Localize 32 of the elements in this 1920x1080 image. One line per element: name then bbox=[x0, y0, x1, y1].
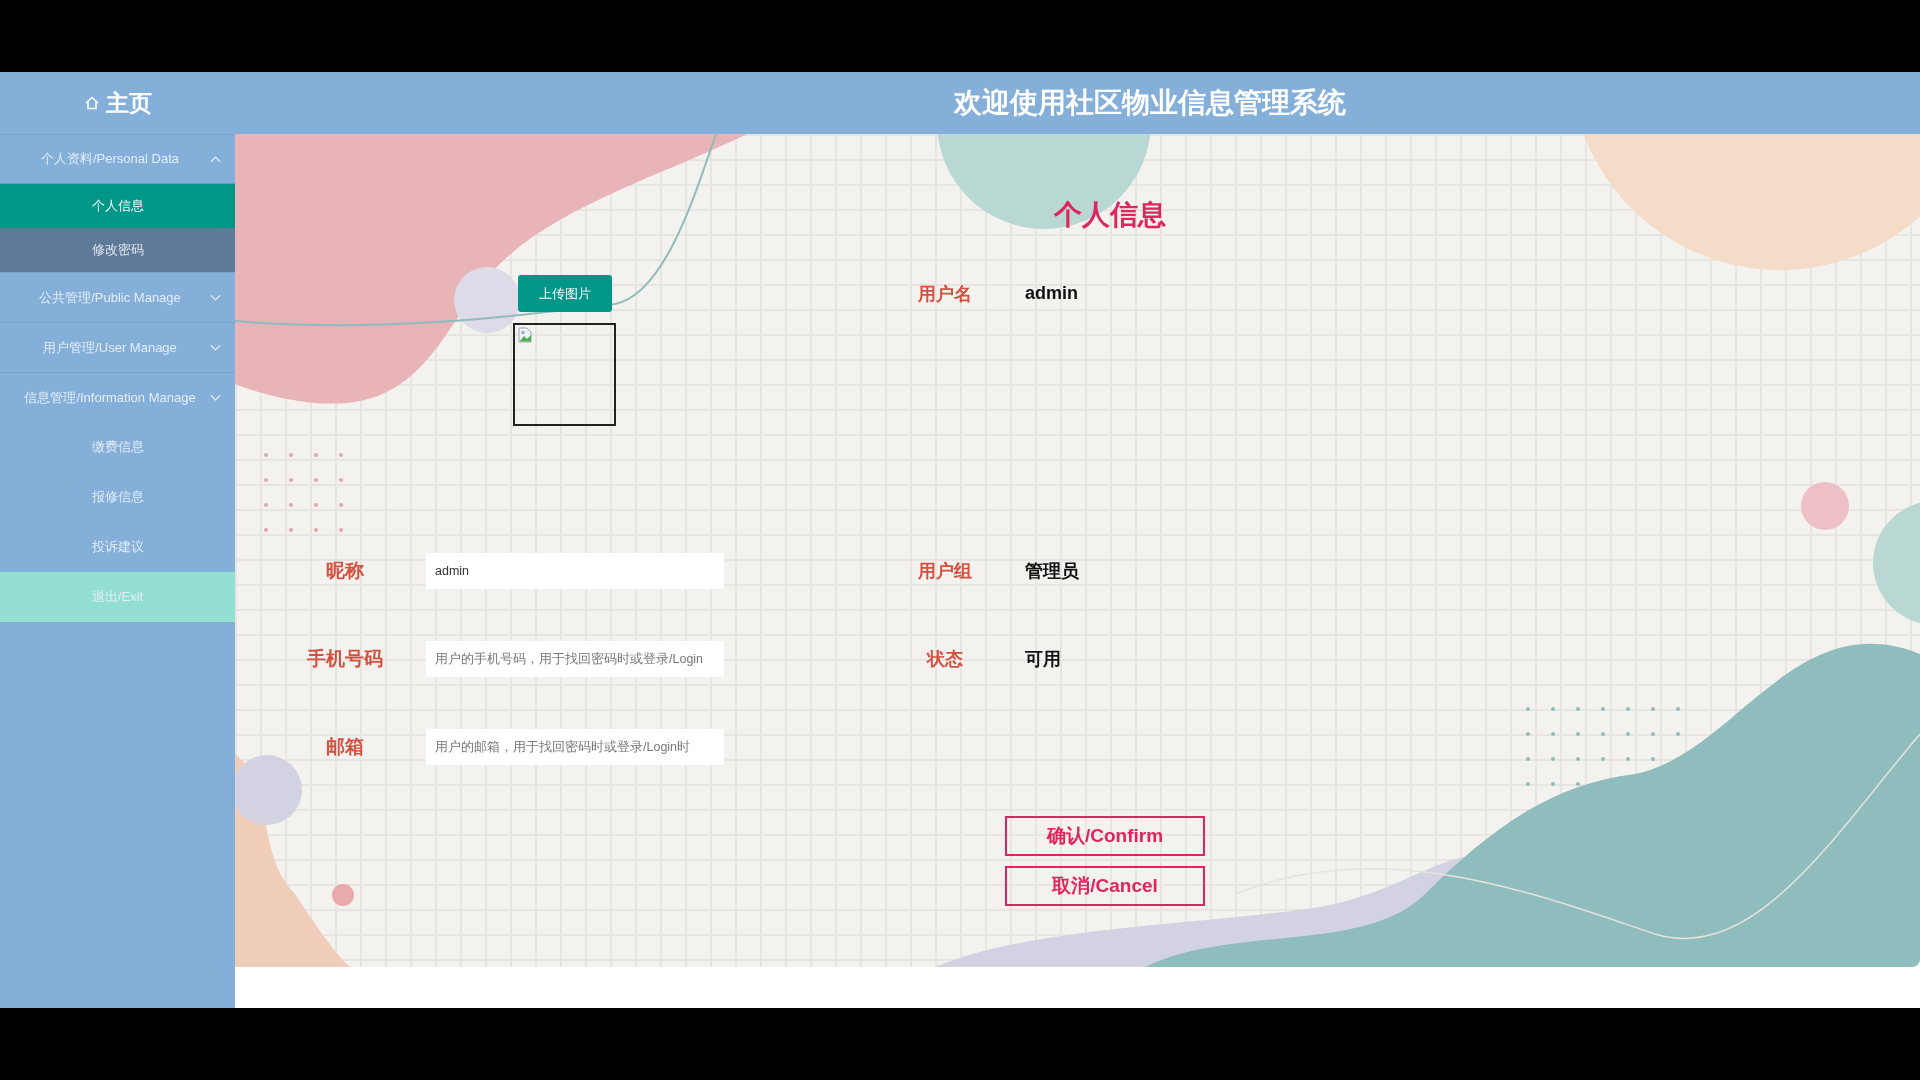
home-link[interactable]: 主页 bbox=[83, 87, 152, 119]
chevron-down-icon bbox=[210, 343, 221, 352]
field-label: 昵称 bbox=[325, 559, 365, 583]
chevron-down-icon bbox=[210, 293, 221, 302]
page-header-title: 欢迎使用社区物业信息管理系统 bbox=[954, 86, 1346, 120]
decorative-circle bbox=[332, 884, 354, 906]
broken-image-icon bbox=[517, 327, 533, 343]
field-value: 管理员 bbox=[1025, 560, 1080, 583]
field-value: 可用 bbox=[1025, 648, 1062, 671]
decorative-circle bbox=[1801, 482, 1849, 530]
input-field[interactable]: admin bbox=[426, 553, 724, 589]
exit-menu-item[interactable]: 退出/Exit bbox=[0, 572, 235, 622]
menu-item[interactable]: 投诉建议 bbox=[0, 522, 235, 572]
chevron-down-icon bbox=[210, 393, 221, 402]
field-label: 用户名 bbox=[917, 282, 973, 306]
menu-item[interactable]: 报修信息 bbox=[0, 472, 235, 522]
field-label: 用户组 bbox=[917, 560, 973, 583]
decorative-circle bbox=[454, 267, 520, 333]
field-label: 邮箱 bbox=[325, 735, 365, 759]
upload-image-button[interactable]: 上传图片 bbox=[518, 275, 612, 312]
menu-item[interactable]: 缴费信息 bbox=[0, 422, 235, 472]
field-label: 手机号码 bbox=[306, 647, 384, 671]
section-title: 个人信息 bbox=[1052, 198, 1167, 232]
chevron-up-icon bbox=[210, 155, 221, 163]
field-value: admin bbox=[1025, 283, 1079, 304]
home-icon bbox=[83, 95, 100, 111]
input-field[interactable]: 用户的邮箱，用于找回密码时或登录/Login时 bbox=[426, 729, 724, 765]
confirm-button[interactable]: 确认/Confirm bbox=[1005, 816, 1205, 856]
input-field[interactable]: 用户的手机号码，用于找回密码时或登录/Login bbox=[426, 641, 724, 677]
submenu-item[interactable]: 个人信息 bbox=[0, 184, 235, 228]
cancel-button[interactable]: 取消/Cancel bbox=[1005, 866, 1205, 906]
field-label: 状态 bbox=[925, 648, 964, 671]
